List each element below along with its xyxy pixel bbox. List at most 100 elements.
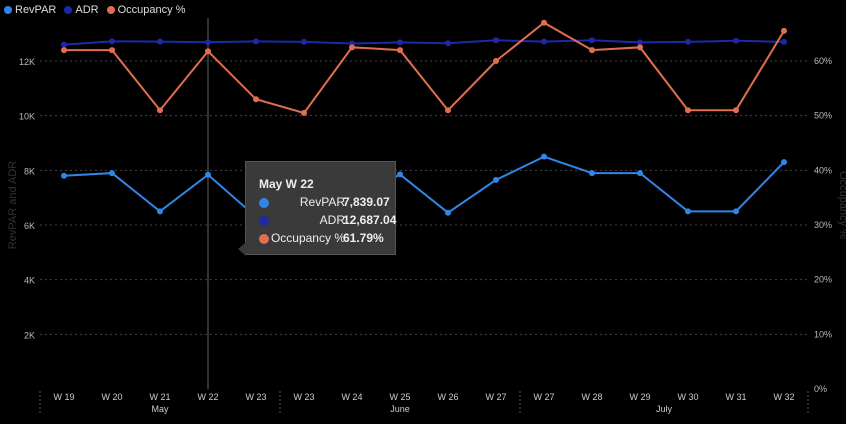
data-point-occupancy (541, 19, 547, 26)
x-tick-label: W 32 (773, 392, 794, 402)
tooltip-row-adr: ADR 12,687.04 (259, 213, 399, 229)
legend-label: ADR (75, 4, 99, 16)
legend-dot-icon (4, 6, 12, 14)
data-point-occupancy (157, 107, 163, 114)
x-tick-label: W 30 (677, 392, 698, 402)
grid-lines (40, 60, 808, 335)
left-tick-label: 12K (19, 57, 35, 67)
right-tick-label: 0% (814, 384, 827, 394)
legend-label: RevPAR (15, 4, 57, 16)
left-tick-label: 2K (24, 330, 35, 340)
x-tick-label: W 29 (629, 392, 650, 402)
series-dot-icon (259, 216, 269, 226)
tooltip-label: ADR (319, 213, 345, 227)
data-point-revpar (541, 153, 547, 160)
x-tick-label: W 26 (437, 392, 458, 402)
series-lines[interactable] (61, 19, 787, 220)
data-tooltip: May W 22 RevPAR 7,839.07 ADR 12,687.04 O… (238, 161, 399, 256)
data-point-occupancy (589, 47, 595, 54)
data-point-revpar (493, 176, 499, 183)
legend-dot-icon (106, 6, 115, 14)
x-axis: W 19 W 20 W 21 W 22 W 23 W 23 W 24 W 25 W 26 W 27… (39, 391, 809, 414)
data-point-occupancy (109, 47, 115, 54)
tooltip-title: May W 22 (259, 177, 314, 191)
tooltip-row-occupancy: Occupancy % 61.79% (259, 231, 399, 247)
tooltip-value: 61.79% (343, 231, 384, 245)
left-axis-label: RevPAR and ADR (7, 161, 19, 250)
legend-item-revpar[interactable]: RevPAR (4, 4, 56, 16)
right-axis-ticks: 0% 10% 20% 30% 40% 50% 60% (814, 56, 832, 394)
data-point-adr (205, 39, 211, 46)
data-point-adr (589, 37, 595, 44)
left-tick-label: 10K (19, 112, 35, 122)
data-point-revpar (685, 208, 691, 215)
data-point-adr (781, 38, 787, 45)
tooltip-row-revpar: RevPAR 7,839.07 (259, 195, 399, 211)
right-tick-label: 10% (814, 329, 832, 339)
data-point-adr (445, 40, 451, 47)
data-point-adr (685, 38, 691, 45)
data-point-occupancy (301, 109, 307, 116)
series-dot-icon (259, 234, 269, 244)
data-point-occupancy (637, 44, 643, 51)
month-label: May (151, 404, 169, 414)
left-tick-label: 4K (24, 276, 35, 286)
data-point-adr (109, 38, 115, 45)
data-point-revpar (157, 208, 163, 215)
month-label: June (390, 404, 410, 414)
left-axis-ticks: 2K 4K 6K 8K 10K 12K (19, 57, 35, 340)
data-point-revpar (733, 208, 739, 215)
x-tick-label: W 19 (53, 392, 74, 402)
data-point-revpar (109, 170, 115, 177)
right-tick-label: 30% (814, 220, 832, 230)
legend-label: Occupancy % (117, 4, 186, 16)
data-point-revpar (637, 170, 643, 177)
legend: RevPAR ADR Occupancy % (4, 4, 185, 16)
left-tick-label: 8K (24, 166, 35, 176)
x-tick-label: W 31 (725, 392, 746, 402)
tooltip-value: 12,687.04 (343, 213, 397, 227)
data-point-occupancy (781, 27, 787, 34)
x-tick-label: W 20 (101, 392, 122, 402)
x-tick-label: W 27 (485, 392, 506, 402)
data-point-adr (397, 39, 403, 46)
series-dot-icon (259, 198, 269, 208)
data-point-revpar (445, 209, 451, 216)
legend-item-adr[interactable]: ADR (64, 4, 99, 16)
right-axis-label: Occupancy % (837, 171, 846, 239)
data-point-adr (61, 41, 67, 48)
data-point-occupancy (205, 48, 211, 55)
x-tick-label: W 23 (245, 392, 266, 402)
tooltip-arrow (238, 242, 246, 256)
data-point-revpar (61, 172, 67, 179)
right-tick-label: 50% (814, 111, 832, 121)
tooltip-label: RevPAR (299, 195, 345, 209)
x-tick-label: W 27 (533, 392, 554, 402)
data-point-occupancy (349, 44, 355, 51)
x-tick-label: W 21 (149, 392, 170, 402)
x-tick-label: W 24 (341, 392, 362, 402)
data-point-adr (733, 37, 739, 44)
legend-dot-icon (64, 6, 73, 14)
combo-line-chart: 2K 4K 6K 8K 10K 12K 0% 10% 20% 30% 40% 50% 60% RevP… (7, 18, 846, 414)
data-point-occupancy (493, 58, 499, 64)
data-point-revpar (397, 171, 403, 178)
series-line-occupancy (64, 21, 785, 115)
data-point-revpar (781, 159, 787, 166)
data-point-revpar (589, 170, 595, 177)
data-point-revpar (205, 171, 211, 178)
data-point-occupancy (685, 107, 691, 114)
data-point-adr (493, 37, 499, 44)
series-line-adr (63, 39, 785, 46)
x-tick-label: W 23 (293, 392, 314, 402)
data-point-occupancy (445, 107, 451, 114)
x-tick-label: W 22 (197, 392, 218, 402)
data-point-occupancy (397, 47, 403, 54)
data-point-adr (301, 38, 307, 45)
x-tick-label: W 28 (581, 392, 602, 402)
series-line-revpar (63, 155, 785, 218)
right-tick-label: 20% (814, 275, 832, 285)
data-point-occupancy (733, 107, 739, 114)
tooltip-value: 7,839.07 (343, 195, 390, 209)
legend-item-occupancy[interactable]: Occupancy % (106, 4, 186, 16)
